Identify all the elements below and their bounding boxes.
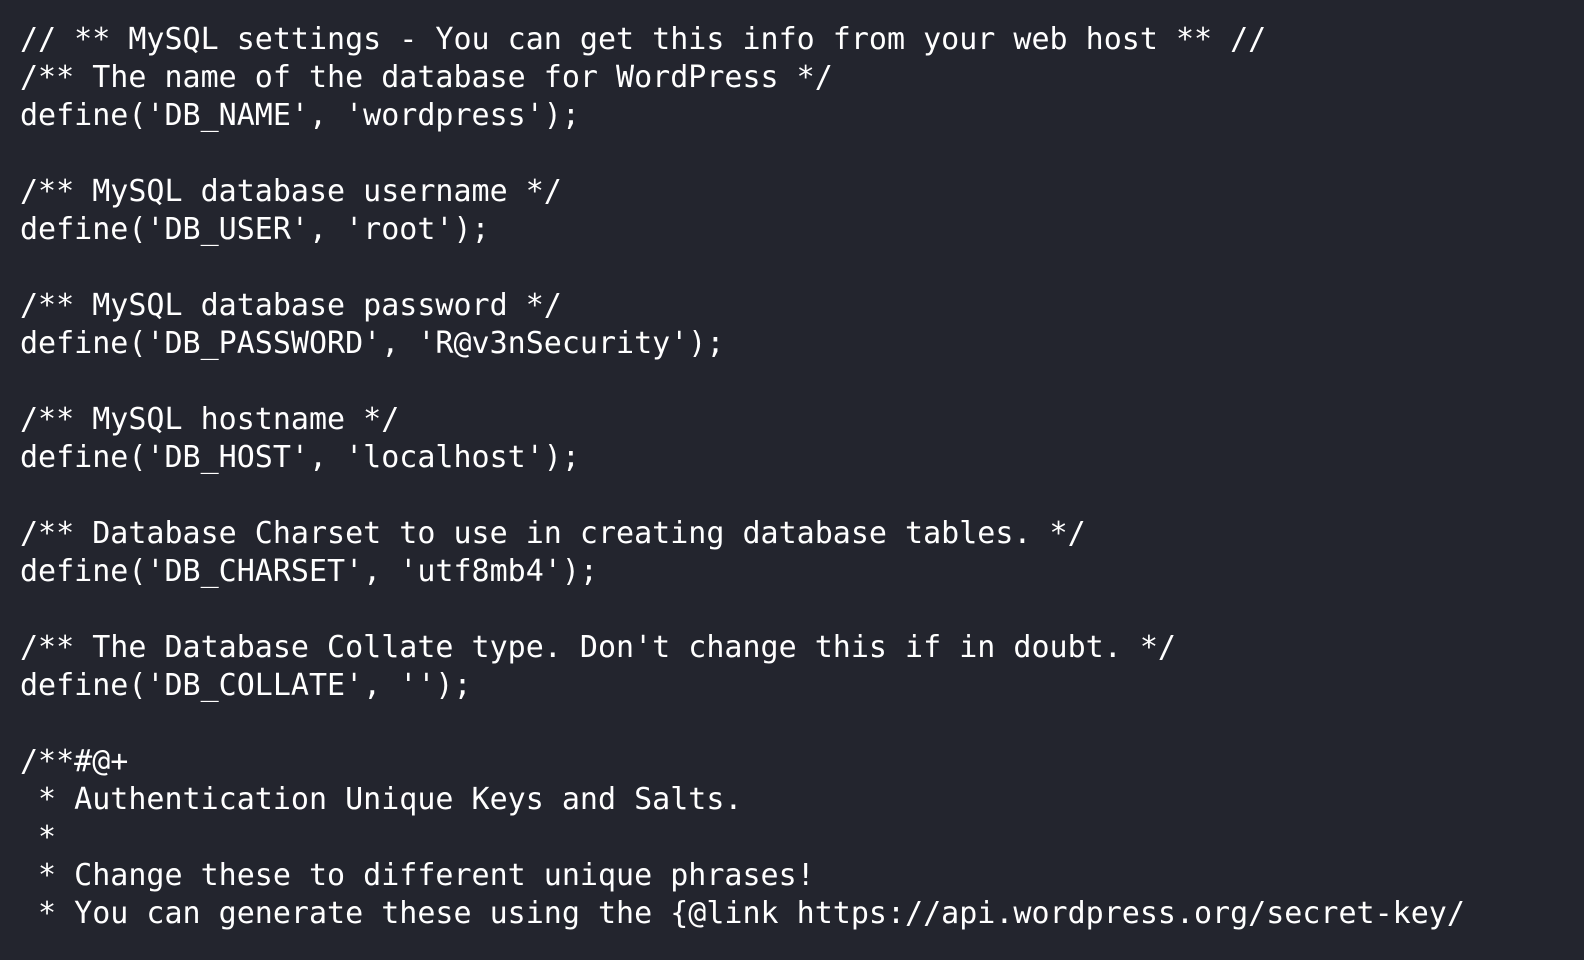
code-line: /** Database Charset to use in creating … [20,516,1086,551]
code-line: /**#@+ [20,744,129,779]
code-line: define('DB_HOST', 'localhost'); [20,440,580,475]
code-line: /** MySQL database password */ [20,288,562,323]
code-line: define('DB_COLLATE', ''); [20,668,472,703]
code-line: define('DB_PASSWORD', 'R@v3nSecurity'); [20,326,725,361]
code-line: * [20,820,57,855]
code-line: define('DB_NAME', 'wordpress'); [20,98,580,133]
code-line: /** MySQL hostname */ [20,402,400,437]
code-line: /** The Database Collate type. Don't cha… [20,630,1176,665]
code-line: /** The name of the database for WordPre… [20,60,833,95]
code-line: // ** MySQL settings - You can get this … [20,22,1267,57]
terminal-window: // ** MySQL settings - You can get this … [0,0,1584,960]
code-line: * Authentication Unique Keys and Salts. [20,782,743,817]
code-line: * Change these to different unique phras… [20,858,815,893]
code-line: define('DB_CHARSET', 'utf8mb4'); [20,554,598,589]
code-output: // ** MySQL settings - You can get this … [20,21,1584,933]
code-line: define('DB_USER', 'root'); [20,212,490,247]
code-line: * You can generate these using the {@lin… [20,896,1465,931]
code-line: /** MySQL database username */ [20,174,562,209]
